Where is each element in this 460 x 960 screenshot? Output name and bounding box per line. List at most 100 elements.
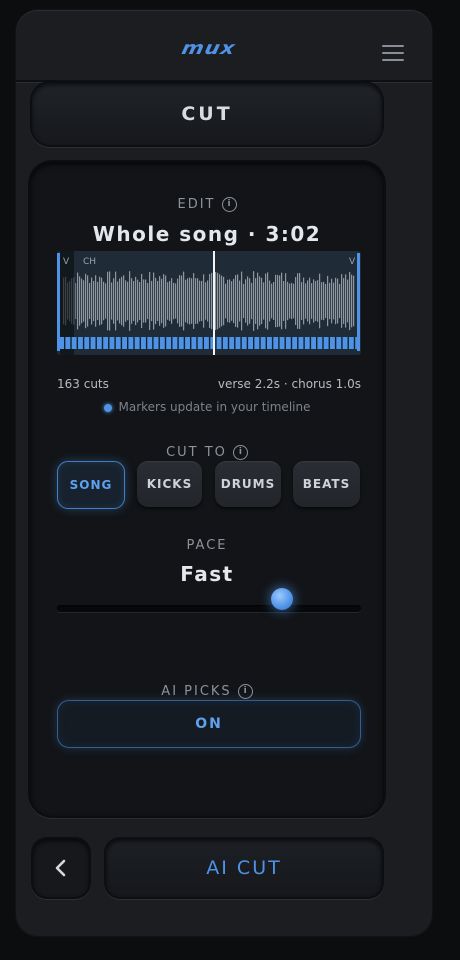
chorus-marker-label: CH	[83, 257, 96, 267]
waveform-bar	[343, 278, 345, 324]
waveform-bar	[337, 278, 339, 324]
waveform-bar	[97, 281, 99, 321]
waveform-bar	[139, 282, 141, 320]
waveform-bar	[159, 276, 161, 326]
cut-marker	[196, 337, 198, 349]
cut-marker	[297, 337, 299, 349]
cut-marker	[171, 337, 173, 349]
waveform-bar	[271, 283, 273, 319]
waveform-bar	[201, 280, 203, 322]
waveform-bar	[115, 271, 117, 331]
info-icon[interactable]: i	[232, 445, 248, 460]
waveform-bar	[325, 283, 327, 319]
waveform-bar	[291, 282, 293, 320]
waveform-bar	[335, 277, 337, 325]
waveform-bar	[131, 278, 133, 324]
waveform-bar	[289, 283, 291, 319]
waveform-bar	[259, 276, 261, 326]
waveform-bar	[155, 277, 157, 325]
waveform-bar	[137, 279, 139, 323]
cut-marker	[328, 337, 330, 349]
left-range-handle[interactable]	[57, 253, 60, 351]
cut-markers-strip	[60, 337, 357, 349]
cut-marker	[145, 337, 148, 349]
hamburger-icon[interactable]	[380, 43, 406, 65]
edit-range-title: Whole song · 3:02	[92, 222, 322, 246]
pace-slider-track[interactable]	[57, 605, 361, 612]
cut-marker	[259, 337, 261, 349]
waveform-bar	[321, 282, 323, 320]
waveform-bar	[245, 279, 247, 323]
waveform-bar	[187, 278, 189, 324]
waveform-bar	[141, 273, 143, 329]
cut-to-drums-chip[interactable]: DRUMS	[215, 461, 281, 507]
waveform-bar	[311, 283, 313, 319]
waveform-bar	[103, 281, 105, 321]
waveform-bar	[185, 279, 187, 323]
waveform-bar	[167, 282, 169, 320]
waveform-bar	[265, 273, 267, 329]
waveform-bar	[113, 278, 115, 324]
pace-section-label: PACE	[186, 538, 228, 553]
waveform-bar	[241, 271, 243, 331]
waveform-bar	[193, 273, 195, 329]
cuts-count: 163 cuts	[57, 377, 109, 391]
waveform-bar	[129, 271, 131, 331]
waveform-bar	[221, 275, 223, 327]
right-range-handle[interactable]	[357, 253, 360, 351]
waveform-bar	[165, 275, 167, 327]
waveform-bar	[345, 274, 347, 328]
waveform-bar	[237, 274, 239, 328]
waveform-bar	[223, 276, 225, 326]
cut-marker	[334, 337, 337, 349]
waveform-bar	[347, 279, 349, 323]
waveform-bar	[315, 281, 317, 321]
cut-to-beats-chip[interactable]: BEATS	[293, 461, 360, 507]
waveform-bar	[75, 282, 77, 320]
info-icon[interactable]: i	[237, 684, 253, 699]
ai-picks-toggle[interactable]: ON	[57, 700, 361, 748]
waveform-bar	[205, 282, 207, 320]
waveform-bar	[233, 278, 235, 324]
edit-panel: EDIT i Whole song · 3:02 V CH V 163 cuts …	[30, 162, 384, 816]
cut-to-section-label: CUT TO i	[30, 445, 384, 460]
waveform-bar	[169, 281, 171, 321]
waveform-bar	[235, 275, 237, 327]
playhead[interactable]	[213, 251, 215, 355]
cut-marker	[208, 337, 211, 349]
waveform-bar	[313, 279, 315, 323]
back-button[interactable]	[33, 839, 89, 897]
waveform-bar	[107, 271, 109, 331]
waveform-bar	[171, 278, 173, 324]
cut-mode-button[interactable]: CUT	[32, 83, 382, 145]
waveform-bar	[225, 283, 227, 319]
cut-marker	[95, 337, 97, 349]
cut-marker	[353, 337, 356, 349]
cut-marker	[202, 337, 204, 349]
waveform-bar	[207, 280, 209, 322]
waveform-bar	[191, 278, 193, 324]
waveform-timeline[interactable]: V CH V	[57, 251, 361, 355]
waveform-bar	[299, 273, 301, 329]
ai-cut-button[interactable]: AI CUT	[106, 839, 382, 897]
cut-to-song-chip[interactable]: SONG	[57, 461, 125, 509]
waveform-bar	[145, 279, 147, 323]
cut-marker	[89, 337, 91, 349]
waveform-bar	[175, 283, 177, 319]
waveform-bar	[341, 274, 343, 328]
cut-marker	[341, 337, 343, 349]
info-icon[interactable]: i	[221, 197, 237, 212]
cut-marker	[64, 337, 66, 349]
pace-slider-thumb[interactable]	[270, 588, 293, 610]
waveform-bar	[125, 280, 127, 322]
waveform-bar	[189, 277, 191, 325]
marker-note-text: Markers update in your timeline	[118, 400, 311, 414]
cut-to-kicks-chip[interactable]: KICKS	[137, 461, 202, 507]
waveform-bar	[143, 279, 145, 323]
waveform-bar	[147, 282, 149, 320]
waveform-bar	[301, 282, 303, 320]
right-marker-label: V	[349, 257, 356, 267]
waveform-bar	[95, 275, 97, 327]
waveform-bar	[327, 275, 329, 327]
waveform-bar	[219, 274, 221, 328]
